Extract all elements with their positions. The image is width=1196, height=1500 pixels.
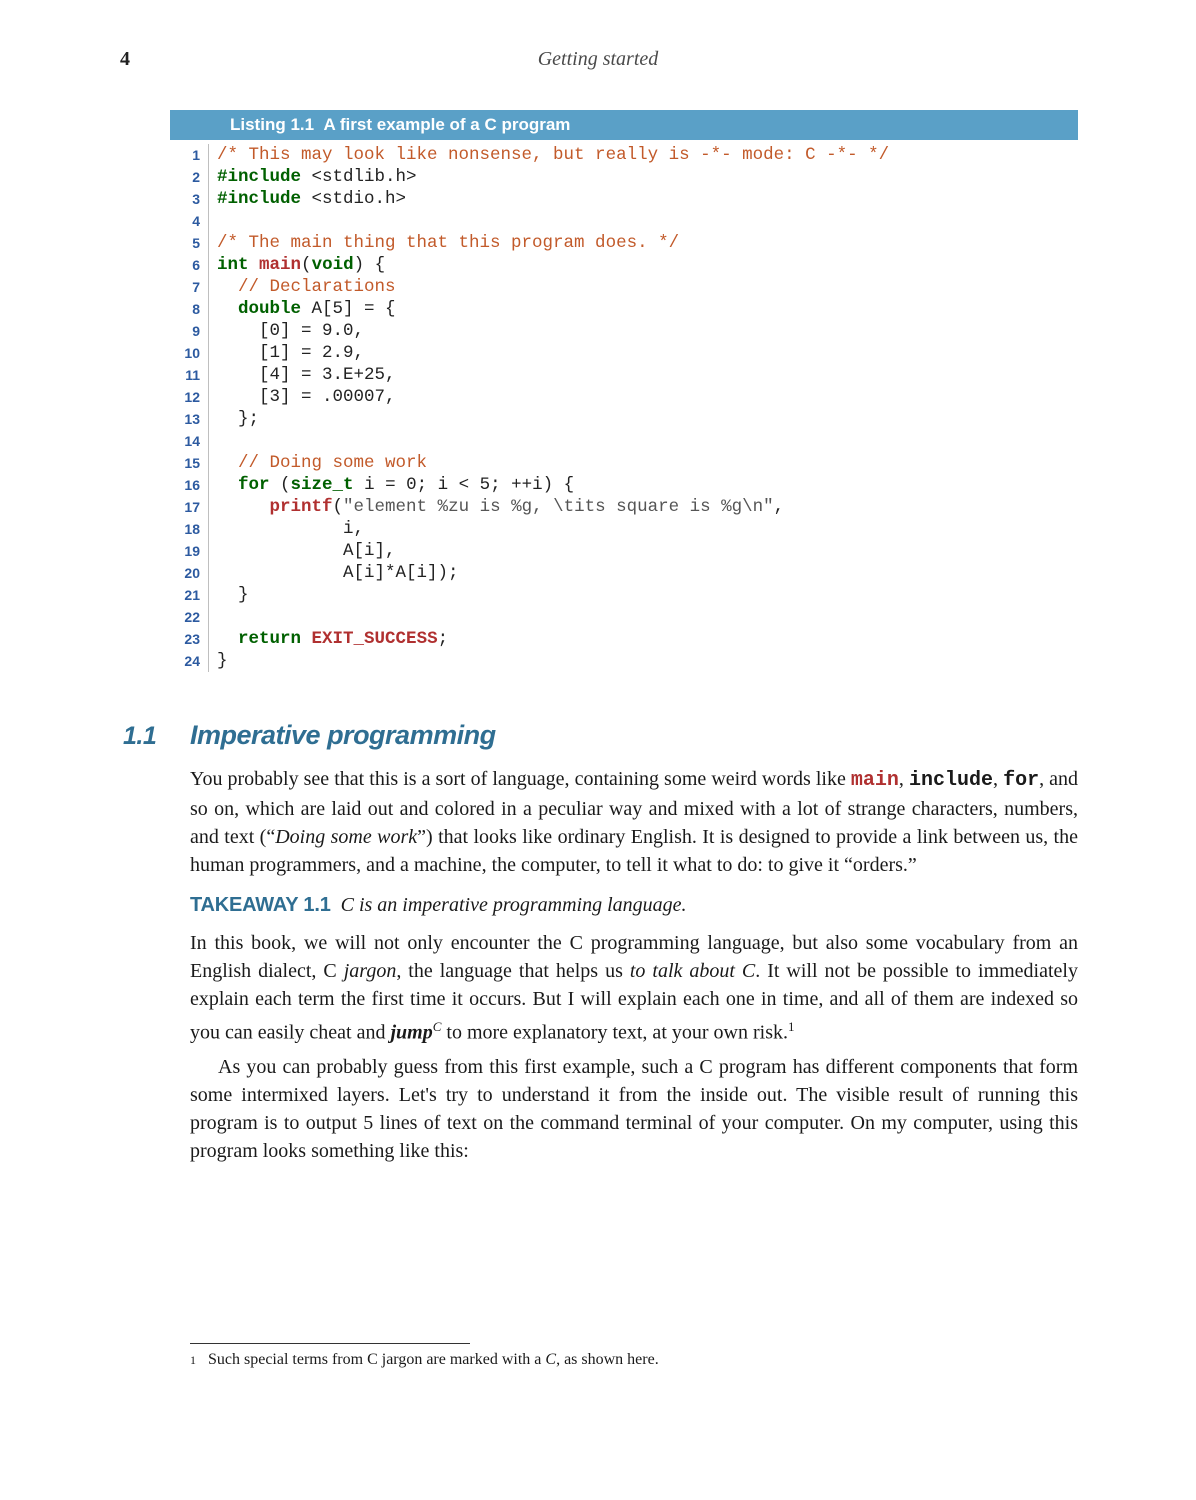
code-line — [217, 210, 889, 232]
code-line: for (size_t i = 0; i < 5; ++i) { — [217, 474, 889, 496]
code-line: [4] = 3.E+25, — [217, 364, 889, 386]
footnote-text: Such special terms from C jargon are mar… — [208, 1350, 659, 1370]
code-line: /* This may look like nonsense, but real… — [217, 144, 889, 166]
code-line — [217, 606, 889, 628]
code-line: printf("element %zu is %g, \tits square … — [217, 496, 889, 518]
code-line: #include <stdlib.h> — [217, 166, 889, 188]
footnote-area: 1 Such special terms from C jargon are m… — [190, 1343, 1078, 1370]
line-number: 4 — [170, 210, 200, 232]
line-number: 8 — [170, 298, 200, 320]
code-line: [3] = .00007, — [217, 386, 889, 408]
line-number: 9 — [170, 320, 200, 342]
line-number: 13 — [170, 408, 200, 430]
line-number: 12 — [170, 386, 200, 408]
line-number: 7 — [170, 276, 200, 298]
code-line: // Declarations — [217, 276, 889, 298]
listing-title: A first example of a C program — [324, 115, 571, 134]
takeaway: TAKEAWAY 1.1 C is an imperative programm… — [190, 891, 1078, 919]
code-line: [1] = 2.9, — [217, 342, 889, 364]
code-line: /* The main thing that this program does… — [217, 232, 889, 254]
book-page: 4 Getting started Listing 1.1 A first ex… — [0, 0, 1196, 1500]
code-line: A[i], — [217, 540, 889, 562]
paragraph-1: You probably see that this is a sort of … — [190, 765, 1078, 879]
code-body: /* This may look like nonsense, but real… — [217, 144, 889, 672]
listing-header: Listing 1.1 A first example of a C progr… — [170, 110, 1078, 140]
line-number: 21 — [170, 584, 200, 606]
code-line: return EXIT_SUCCESS; — [217, 628, 889, 650]
paragraph-2: In this book, we will not only encounter… — [190, 929, 1078, 1047]
code-listing: Listing 1.1 A first example of a C progr… — [170, 110, 1078, 672]
body-text: 1.1 Imperative programming You probably … — [190, 720, 1078, 1171]
code-line: } — [217, 650, 889, 672]
code-line: i, — [217, 518, 889, 540]
code-line: // Doing some work — [217, 452, 889, 474]
line-number: 23 — [170, 628, 200, 650]
line-number: 11 — [170, 364, 200, 386]
listing-label: Listing 1.1 — [230, 115, 314, 134]
line-number: 1 — [170, 144, 200, 166]
takeaway-label: TAKEAWAY 1.1 — [190, 894, 331, 916]
paragraph-3: As you can probably guess from this firs… — [190, 1053, 1078, 1165]
line-number: 22 — [170, 606, 200, 628]
code-line: A[i]*A[i]); — [217, 562, 889, 584]
line-number: 18 — [170, 518, 200, 540]
line-number: 24 — [170, 650, 200, 672]
code-area: 123456789101112131415161718192021222324 … — [170, 140, 1078, 672]
section-number: 1.1 — [123, 722, 156, 751]
code-line: }; — [217, 408, 889, 430]
code-line: #include <stdio.h> — [217, 188, 889, 210]
line-number: 6 — [170, 254, 200, 276]
running-header: Getting started — [0, 48, 1196, 71]
line-number: 14 — [170, 430, 200, 452]
line-number: 15 — [170, 452, 200, 474]
line-number: 19 — [170, 540, 200, 562]
code-line: [0] = 9.0, — [217, 320, 889, 342]
code-line: double A[5] = { — [217, 298, 889, 320]
line-number: 10 — [170, 342, 200, 364]
code-line: int main(void) { — [217, 254, 889, 276]
line-number: 17 — [170, 496, 200, 518]
section-title: Imperative programming — [190, 720, 1078, 751]
code-line — [217, 430, 889, 452]
line-number: 16 — [170, 474, 200, 496]
line-number: 20 — [170, 562, 200, 584]
footnote-rule — [190, 1343, 470, 1344]
takeaway-text: C is an imperative programming language. — [341, 894, 687, 916]
line-number: 5 — [170, 232, 200, 254]
footnote-number: 1 — [190, 1350, 208, 1370]
code-line: } — [217, 584, 889, 606]
line-gutter: 123456789101112131415161718192021222324 — [170, 144, 208, 672]
gutter-rule — [208, 144, 209, 672]
line-number: 2 — [170, 166, 200, 188]
line-number: 3 — [170, 188, 200, 210]
